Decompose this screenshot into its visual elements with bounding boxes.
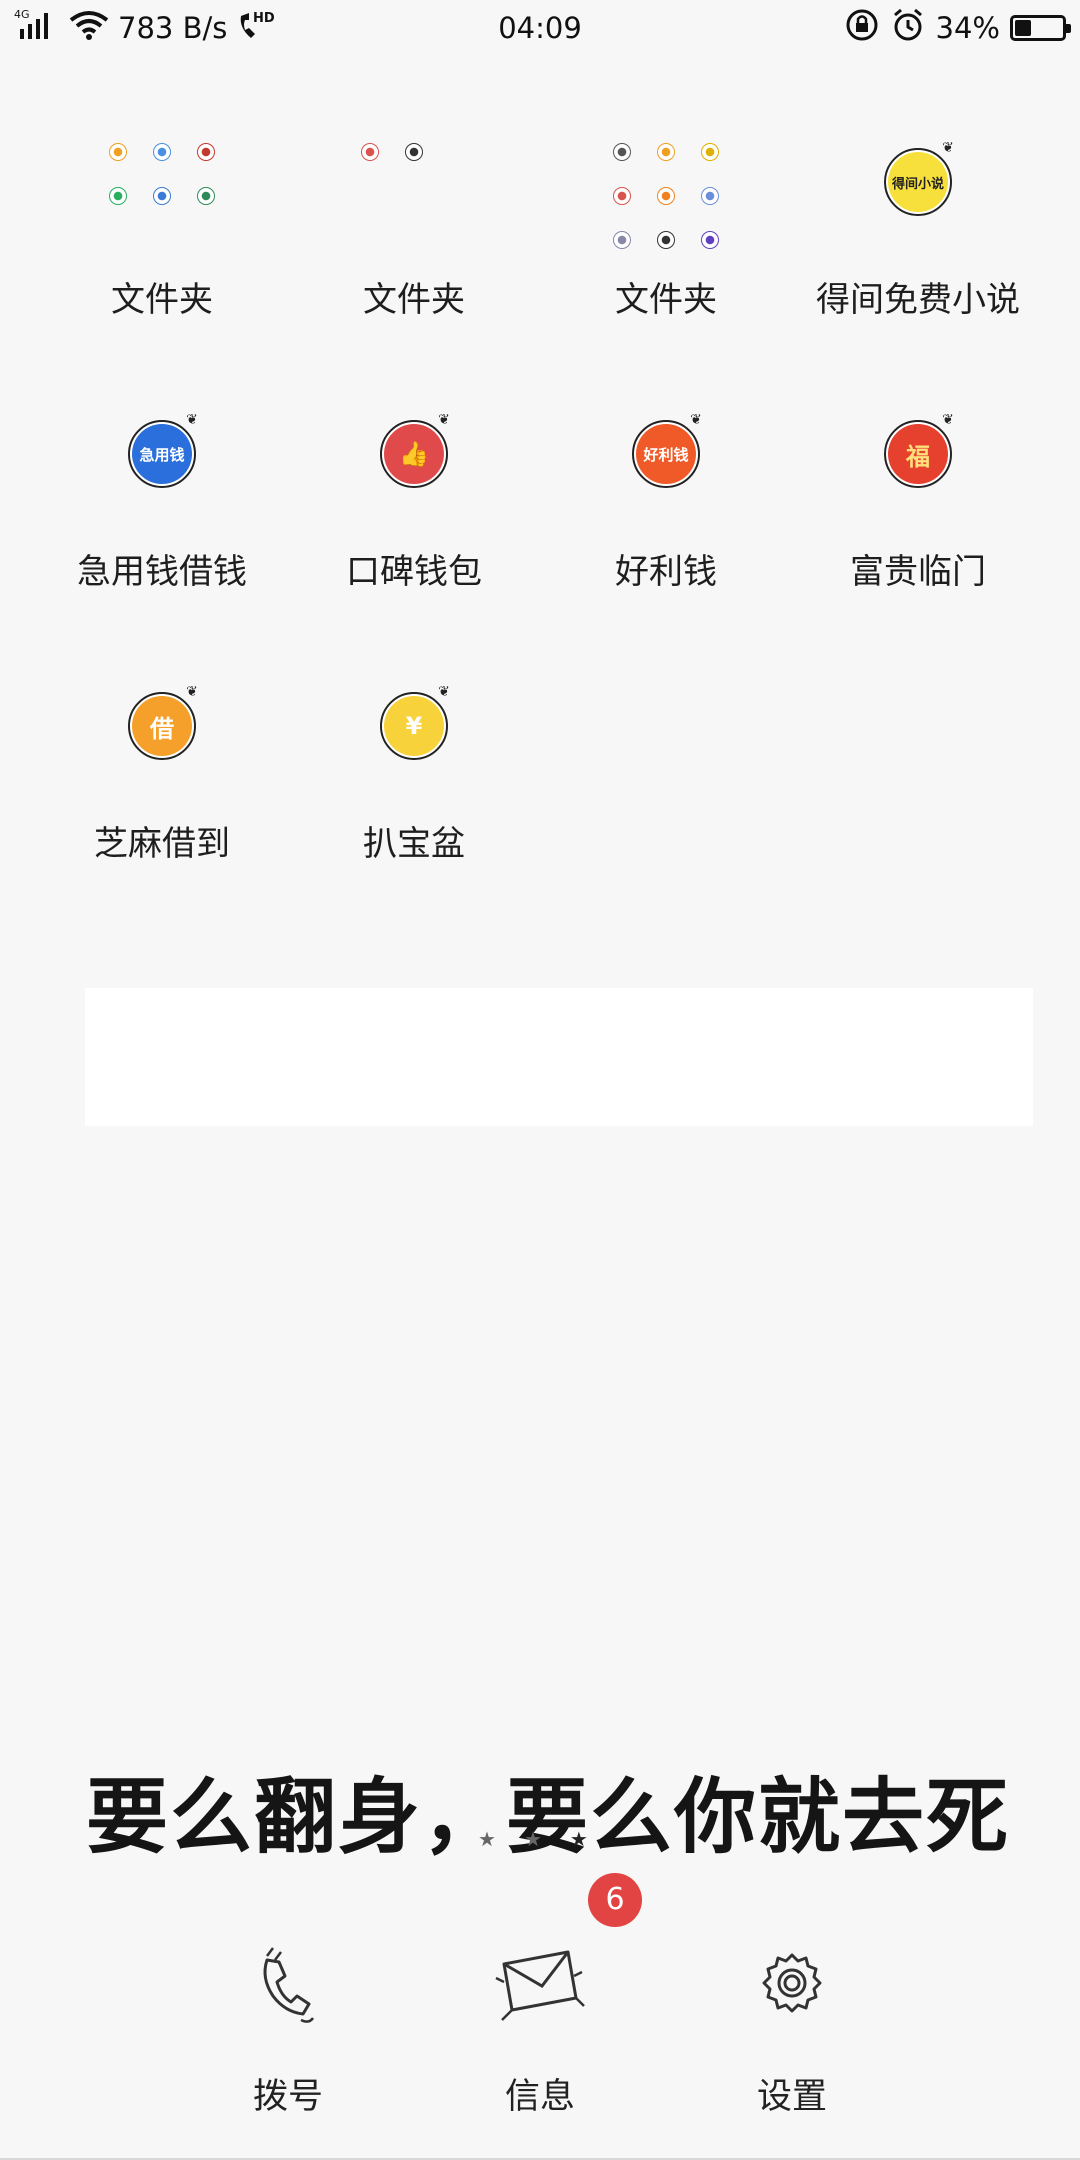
app-icon-5[interactable]: 👍 ❦ 口碑钱包 (288, 392, 540, 652)
folder-1[interactable]: 文件夹 (288, 120, 540, 380)
battery-icon (1010, 15, 1071, 41)
app-label: 口碑钱包 (346, 552, 482, 592)
folder-mini-app-icon (701, 231, 719, 249)
sprout-decoration-icon: ❦ (690, 412, 702, 428)
dock-messages-label: 信息 (504, 2077, 575, 2117)
app-icon-7[interactable]: 福 ❦ 富贵临门 (792, 392, 1044, 652)
wallpaper-quote: 要么翻身，要么你就去死 (86, 1770, 1011, 1865)
page-dot[interactable]: ★ (478, 1827, 496, 1851)
folder-mini-app-icon (405, 143, 423, 161)
page-dot[interactable]: ★ (524, 1827, 542, 1851)
phone-icon (263, 1947, 315, 2023)
app-label: 富贵临门 (850, 552, 986, 592)
folder-mini-app-icon (701, 187, 719, 205)
folder-mini-app-icon (153, 187, 171, 205)
app-logo-mark: 👍 (384, 424, 444, 484)
page-indicator[interactable]: ★ ★ ★ (478, 1827, 588, 1851)
app-logo-mark: 借 (132, 696, 192, 756)
folder-mini-app-icon (361, 143, 379, 161)
hd-call-icon: HD (235, 8, 279, 49)
messages-badge: 6 (588, 1873, 642, 1927)
app-logo-mark: 福 (888, 424, 948, 484)
folder-mini-app-icon (613, 231, 631, 249)
dock-settings[interactable]: 设置 (692, 1930, 892, 2120)
folder-0[interactable]: 文件夹 (36, 120, 288, 380)
app-logo-icon: 好利钱 (632, 420, 700, 488)
wifi-icon (68, 9, 110, 48)
app-logo-icon: ¥ (380, 692, 448, 760)
app-logo-icon: 得间小说 (884, 148, 952, 216)
folder-2[interactable]: 文件夹 (540, 120, 792, 380)
folder-preview (96, 130, 228, 262)
app-label: 文件夹 (111, 280, 213, 320)
folder-mini-app-icon (613, 143, 631, 161)
hd-label: HD (253, 11, 275, 26)
network-speed: 783 B/s (118, 11, 228, 45)
app-icon-4[interactable]: 急用钱 ❦ 急用钱借钱 (36, 392, 288, 652)
sprout-decoration-icon: ❦ (186, 684, 198, 700)
app-icon-6[interactable]: 好利钱 ❦ 好利钱 (540, 392, 792, 652)
blank-widget[interactable] (85, 988, 1033, 1126)
sprout-decoration-icon: ❦ (942, 140, 954, 156)
app-label: 文件夹 (363, 280, 465, 320)
rotation-lock-icon (844, 7, 880, 50)
folder-mini-app-icon (197, 143, 215, 161)
app-logo-mark: 好利钱 (636, 424, 696, 484)
app-logo-icon: 急用钱 (128, 420, 196, 488)
app-label: 文件夹 (615, 280, 717, 320)
folder-mini-app-icon (153, 143, 171, 161)
app-icon-3[interactable]: 得间小说 ❦ 得间免费小说 (792, 120, 1044, 380)
app-label: 好利钱 (615, 552, 717, 592)
app-icon-8[interactable]: 借 ❦ 芝麻借到 (36, 664, 288, 924)
dock-dialer[interactable]: 拨号 (188, 1930, 388, 2120)
dock-messages[interactable]: 信息 (440, 1930, 640, 2120)
app-label: 得间免费小说 (816, 280, 1020, 320)
app-label: 急用钱借钱 (77, 552, 247, 592)
sprout-decoration-icon: ❦ (186, 412, 198, 428)
folder-mini-app-icon (701, 143, 719, 161)
app-label: 芝麻借到 (94, 824, 230, 864)
app-logo-mark: 急用钱 (132, 424, 192, 484)
app-logo-icon: 👍 (380, 420, 448, 488)
sprout-decoration-icon: ❦ (438, 412, 450, 428)
sprout-decoration-icon: ❦ (438, 684, 450, 700)
app-logo-mark: ¥ (384, 696, 444, 756)
battery-percent: 34% (935, 11, 1000, 45)
dock-dialer-label: 拨号 (252, 2077, 323, 2117)
network-type: 4G (14, 8, 30, 21)
folder-mini-app-icon (109, 143, 127, 161)
folder-preview (348, 130, 480, 262)
app-logo-icon: 福 (884, 420, 952, 488)
folder-mini-app-icon (197, 187, 215, 205)
home-screen: 4G 783 B/s HD 04:09 34% 文件夹 文件夹 文件夹 得间小说… (0, 0, 1080, 2160)
app-icon-9[interactable]: ¥ ❦ 扒宝盆 (288, 664, 540, 924)
folder-mini-app-icon (657, 187, 675, 205)
gear-icon (762, 1953, 822, 2013)
app-logo-mark: 得间小说 (888, 152, 948, 212)
battery-fill (1015, 20, 1031, 36)
alarm-icon (890, 7, 926, 50)
folder-mini-app-icon (109, 187, 127, 205)
folder-preview (600, 130, 732, 262)
signal-icon: 4G (14, 7, 60, 50)
status-bar: 4G 783 B/s HD 04:09 34% (0, 0, 1080, 56)
folder-mini-app-icon (657, 143, 675, 161)
folder-mini-app-icon (657, 231, 675, 249)
folder-mini-app-icon (613, 187, 631, 205)
clock: 04:09 (498, 11, 582, 45)
page-dot-active[interactable]: ★ (570, 1827, 588, 1851)
envelope-icon (495, 1950, 585, 2021)
app-label: 扒宝盆 (363, 824, 465, 864)
dock-settings-label: 设置 (756, 2077, 827, 2117)
sprout-decoration-icon: ❦ (942, 412, 954, 428)
app-logo-icon: 借 (128, 692, 196, 760)
